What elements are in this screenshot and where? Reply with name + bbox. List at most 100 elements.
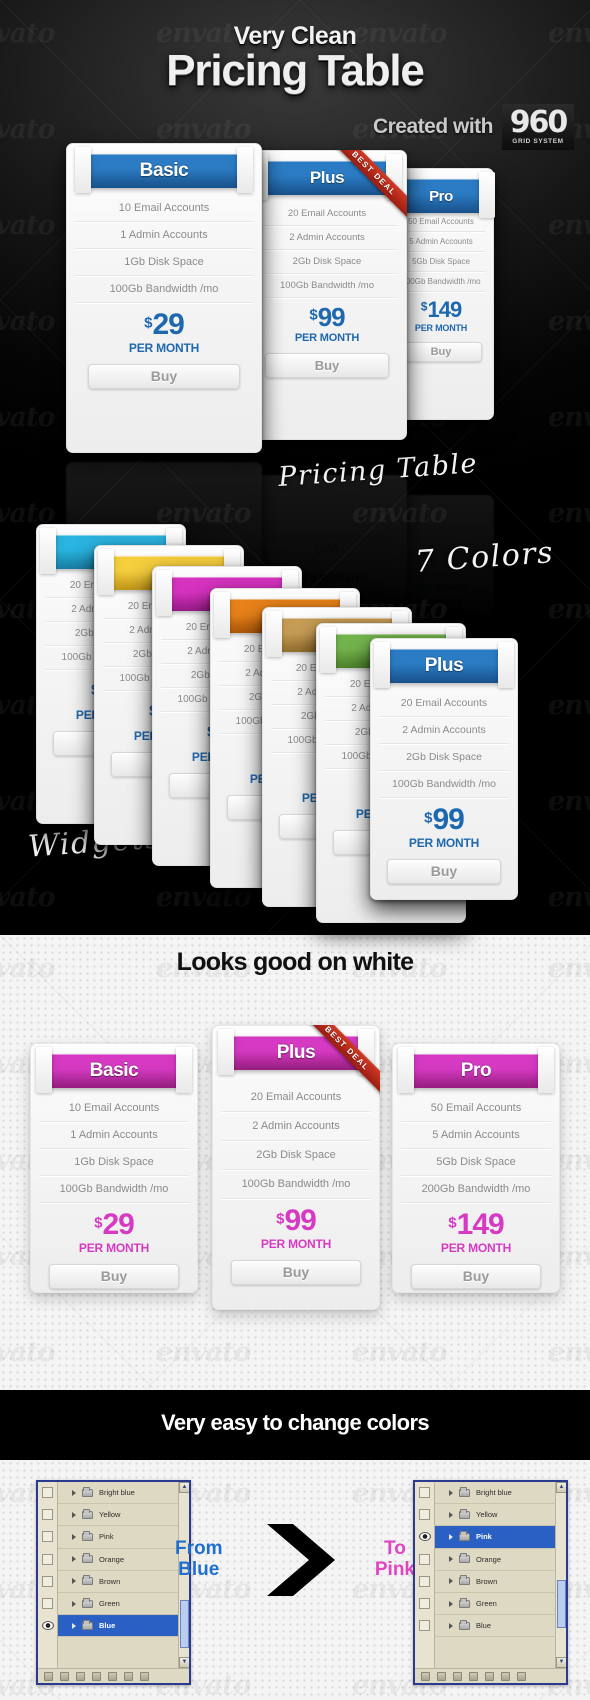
feature-item: 2Gb Disk Space	[379, 744, 509, 771]
layer-name: Yellow	[99, 1510, 121, 1520]
scroll-down-arrow-icon[interactable]: ▼	[179, 1657, 189, 1668]
expand-triangle-icon[interactable]	[449, 1578, 453, 1585]
price-block: $29PER MONTH	[31, 1210, 197, 1255]
expand-triangle-icon[interactable]	[449, 1533, 453, 1540]
new-layer-icon[interactable]	[124, 1671, 133, 1681]
feature-item: 100Gb Bandwidth /mo	[39, 1176, 189, 1203]
panel-scrollbar[interactable]: ▲ ▼	[555, 1482, 566, 1683]
feature-item: 5Gb Disk Space	[401, 1149, 551, 1176]
expand-triangle-icon[interactable]	[449, 1600, 453, 1607]
price-block: $99PER MONTH	[371, 805, 517, 850]
layer-row-yellow[interactable]: Yellow	[58, 1504, 178, 1527]
scrollbar-thumb[interactable]	[557, 1580, 566, 1628]
feature-item: 20 Email Accounts	[379, 690, 509, 717]
plan-name: Plus	[424, 655, 464, 676]
watermark-text: envato	[0, 210, 55, 241]
buy-button[interactable]: Buy	[400, 341, 482, 362]
layer-visibility-checkbox[interactable]	[419, 1509, 430, 1521]
layer-row-pink[interactable]: Pink	[435, 1526, 555, 1549]
plan-header-ribbon: Basic	[36, 1047, 193, 1093]
expand-triangle-icon[interactable]	[72, 1556, 76, 1563]
buy-button[interactable]: Buy	[231, 1259, 361, 1285]
folder-icon	[82, 1486, 93, 1497]
layer-visibility-checkbox[interactable]	[419, 1487, 430, 1498]
adjustment-layer-icon[interactable]	[92, 1671, 101, 1681]
price-amount: 149	[427, 297, 462, 322]
plan-name: Plus	[276, 1042, 316, 1063]
plan-header-ribbon: Pro	[398, 1047, 555, 1093]
layer-row-pink[interactable]: Pink	[58, 1526, 178, 1549]
expand-triangle-icon[interactable]	[449, 1511, 453, 1518]
layer-visibility-checkbox[interactable]	[42, 1531, 53, 1543]
price-amount: 99	[317, 302, 346, 332]
link-layers-icon[interactable]	[44, 1671, 53, 1681]
expand-triangle-icon[interactable]	[449, 1489, 453, 1496]
panel-toolbar	[415, 1668, 566, 1683]
watermark-text: envato	[0, 114, 55, 145]
layer-mask-icon[interactable]	[76, 1671, 85, 1681]
layer-row-bright-blue[interactable]: Bright blue	[435, 1482, 555, 1505]
layer-visibility-checkbox[interactable]	[419, 1553, 430, 1565]
expand-triangle-icon[interactable]	[449, 1622, 453, 1629]
expand-triangle-icon[interactable]	[72, 1511, 76, 1518]
expand-triangle-icon[interactable]	[449, 1556, 453, 1563]
expand-triangle-icon[interactable]	[72, 1578, 76, 1585]
layer-row-bright-blue[interactable]: Bright blue	[58, 1482, 178, 1505]
layer-mask-icon[interactable]	[453, 1671, 462, 1681]
feature-list: 20 Email Accounts2 Admin Accounts2Gb Dis…	[248, 202, 406, 298]
layer-visibility-checkbox[interactable]	[419, 1598, 430, 1609]
layer-row-blue[interactable]: Blue	[58, 1615, 178, 1638]
layer-visibility-checkbox[interactable]	[42, 1487, 53, 1498]
price-block: $99PER MONTH	[213, 1206, 379, 1251]
layer-row-blue[interactable]: Blue	[435, 1615, 555, 1638]
feature-item: 1 Admin Accounts	[39, 1122, 189, 1149]
layer-visibility-checkbox[interactable]	[419, 1620, 430, 1632]
price-block: $149 PER MONTH	[393, 1210, 559, 1255]
pricing-card-plus: PlusBEST DEAL20 Email Accounts2 Admin Ac…	[247, 150, 407, 440]
new-group-icon[interactable]	[108, 1671, 117, 1681]
scroll-down-arrow-icon[interactable]: ▼	[556, 1657, 566, 1668]
layer-visibility-checkbox[interactable]	[42, 1509, 53, 1521]
layer-row-brown[interactable]: Brown	[58, 1571, 178, 1593]
feature-item: 50 Email Accounts	[401, 1095, 551, 1122]
layer-style-icon[interactable]	[60, 1671, 69, 1681]
layer-visibility-checkbox[interactable]	[42, 1575, 53, 1587]
buy-button[interactable]: Buy	[265, 352, 389, 378]
created-with-label: Created with	[372, 115, 494, 138]
folder-icon	[82, 1508, 93, 1519]
layer-visibility-checkbox[interactable]	[42, 1598, 53, 1609]
adjustment-layer-icon[interactable]	[469, 1671, 478, 1681]
plan-header-ribbon: Basic	[75, 147, 253, 193]
expand-triangle-icon[interactable]	[72, 1622, 76, 1629]
layer-row-green[interactable]: Green	[435, 1593, 555, 1616]
scroll-up-arrow-icon[interactable]: ▲	[179, 1482, 189, 1493]
layer-visibility-checkbox[interactable]	[42, 1553, 53, 1565]
delete-layer-icon[interactable]	[517, 1671, 526, 1681]
new-layer-icon[interactable]	[501, 1671, 510, 1681]
feature-item: 2Gb Disk Space	[256, 250, 398, 274]
layer-row-orange[interactable]: Orange	[435, 1549, 555, 1571]
new-group-icon[interactable]	[485, 1671, 494, 1681]
scroll-up-arrow-icon[interactable]: ▲	[556, 1482, 566, 1493]
expand-triangle-icon[interactable]	[72, 1489, 76, 1496]
layer-row-green[interactable]: Green	[58, 1593, 178, 1616]
expand-triangle-icon[interactable]	[72, 1533, 76, 1540]
delete-layer-icon[interactable]	[140, 1671, 149, 1681]
buy-button[interactable]: Buy	[49, 1263, 179, 1289]
layer-style-icon[interactable]	[437, 1671, 446, 1681]
expand-triangle-icon[interactable]	[72, 1600, 76, 1607]
photoshop-layers-panel-left[interactable]: Bright blue Yellow Pink Orange Brown Green Blu…	[36, 1480, 191, 1685]
folder-icon	[82, 1553, 93, 1564]
layer-visibility-checkbox[interactable]	[419, 1575, 430, 1587]
buy-button[interactable]: Buy	[88, 363, 240, 389]
plan-name: Pro	[429, 187, 453, 205]
photoshop-layers-panel-right[interactable]: Bright blue Yellow Pink Orange Brown Green Blu…	[413, 1480, 568, 1685]
buy-button[interactable]: Buy	[411, 1263, 541, 1289]
link-layers-icon[interactable]	[421, 1671, 430, 1681]
feature-item: 100Gb Bandwidth /mo	[256, 274, 398, 298]
layer-row-orange[interactable]: Orange	[58, 1549, 178, 1571]
layer-row-yellow[interactable]: Yellow	[435, 1504, 555, 1527]
feature-item: 20 Email Accounts	[221, 1083, 371, 1112]
buy-button[interactable]: Buy	[387, 858, 501, 884]
layer-row-brown[interactable]: Brown	[435, 1571, 555, 1593]
